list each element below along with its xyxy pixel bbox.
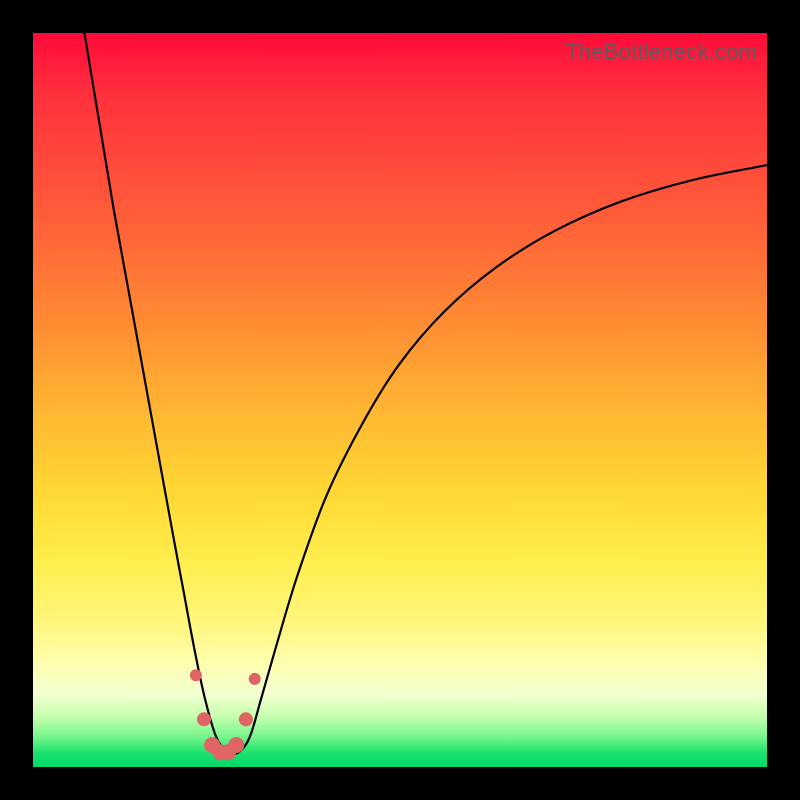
curve-line bbox=[84, 33, 767, 754]
bottleneck-curve bbox=[33, 33, 767, 767]
plot-area: TheBottleneck.com bbox=[33, 33, 767, 767]
marker-dot bbox=[190, 669, 202, 681]
marker-dot bbox=[249, 673, 261, 685]
watermark-text: TheBottleneck.com bbox=[565, 39, 757, 65]
marker-dot bbox=[239, 712, 253, 726]
marker-dot bbox=[228, 737, 244, 753]
chart-frame: TheBottleneck.com bbox=[0, 0, 800, 800]
marker-dot bbox=[197, 712, 211, 726]
